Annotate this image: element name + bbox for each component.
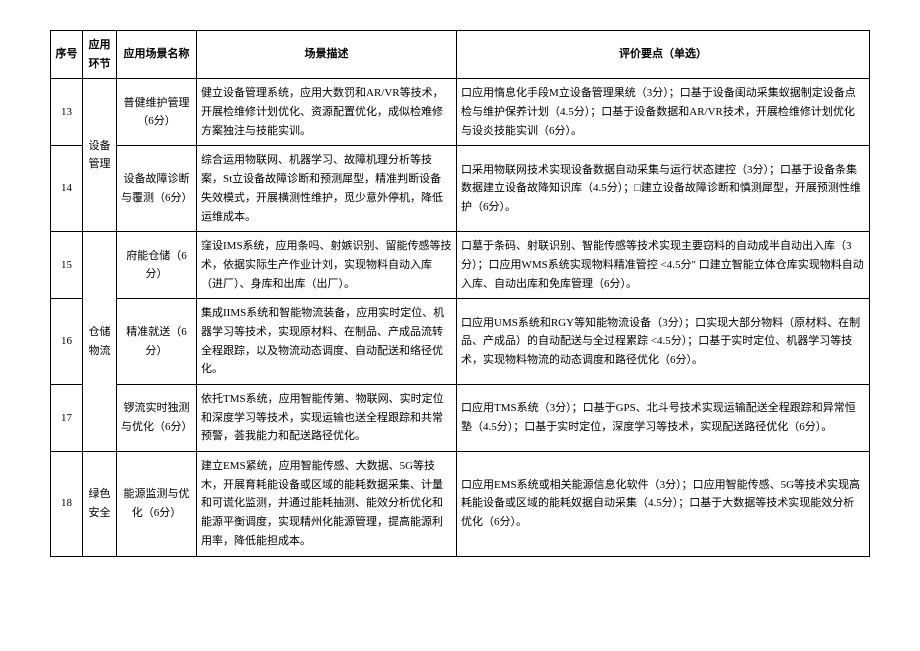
name-cell: 府能仓储（6分） bbox=[117, 232, 197, 299]
name-cell: 普健维护管理（6分） bbox=[117, 79, 197, 146]
branch-cell: 设备管理 bbox=[83, 79, 117, 232]
table-row: 13 设备管理 普健维护管理（6分） 健立设备管理系统，应用大数罚和AR/VR等… bbox=[51, 79, 870, 146]
desc-cell: 依托TMS系统，应用智能传第、物联网、实时定位和深度学习等技术，实现运输也送全程… bbox=[197, 385, 457, 452]
header-eval: 评价要点（单选） bbox=[457, 31, 870, 79]
eval-cell: 口应用TMS系统（3分）；口基于GPS、北斗号技术实现运输配送全程跟踪和异常恒塾… bbox=[457, 385, 870, 452]
seq-cell: 17 bbox=[51, 385, 83, 452]
table-row: 14 设备故障诊断与覆测（6分） 综合运用物联网、机器学习、故障机理分析等技案，… bbox=[51, 146, 870, 232]
desc-cell: 集成IIMS系统和智能物流装备，应用实时定位、机器学习等技术，实现原材料、在制品… bbox=[197, 299, 457, 385]
eval-cell: 口采用物联网技术实现设备数据自动采集与运行状态建控（3分）；口基于设备条集数据建… bbox=[457, 146, 870, 232]
table-row: 15 仓储物流 府能仓储（6分） 窪设IMS系统，应用条吗、射嫉识别、留能传感等… bbox=[51, 232, 870, 299]
name-cell: 能源监测与优化（6分） bbox=[117, 452, 197, 556]
branch-cell: 绿色安全 bbox=[83, 452, 117, 556]
eval-cell: 口墓于条码、射联识别、智能传感等技术实现主要窃料的自动成半自动出入库（3分）；口… bbox=[457, 232, 870, 299]
header-name: 应用场景名称 bbox=[117, 31, 197, 79]
seq-cell: 14 bbox=[51, 146, 83, 232]
eval-cell: 口应用EMS系统或相关能源信息化软件（3分）；口应用智能传感、5G等技术实现高耗… bbox=[457, 452, 870, 556]
eval-cell: 口应用惰息化手段M立设备管理果统（3分）；口基于设备闺动采集蚁据制定设备点检与维… bbox=[457, 79, 870, 146]
header-row: 序号 应用环节 应用场景名称 场景描述 评价要点（单选） bbox=[51, 31, 870, 79]
name-cell: 锣流实时独测与优化（6分） bbox=[117, 385, 197, 452]
header-branch: 应用环节 bbox=[83, 31, 117, 79]
desc-cell: 建立EMS紧统，应用智能传感、大数据、5G等技木，开展育耗能设备或区域的能耗数据… bbox=[197, 452, 457, 556]
scenario-table: 序号 应用环节 应用场景名称 场景描述 评价要点（单选） 13 设备管理 普健维… bbox=[50, 30, 870, 557]
header-seq: 序号 bbox=[51, 31, 83, 79]
seq-cell: 15 bbox=[51, 232, 83, 299]
desc-cell: 健立设备管理系统，应用大数罚和AR/VR等技术，开展检维修计划优化、资源配置优化… bbox=[197, 79, 457, 146]
table-row: 17 锣流实时独测与优化（6分） 依托TMS系统，应用智能传第、物联网、实时定位… bbox=[51, 385, 870, 452]
desc-cell: 窪设IMS系统，应用条吗、射嫉识别、留能传感等技术，依据实际生产作业计刘，实现物… bbox=[197, 232, 457, 299]
name-cell: 精准就送（6分） bbox=[117, 299, 197, 385]
eval-cell: 口应用UMS系统和RGY等知能物流设备（3分）；口实现大部分物料（原材料、在制品… bbox=[457, 299, 870, 385]
branch-cell: 仓储物流 bbox=[83, 232, 117, 452]
seq-cell: 13 bbox=[51, 79, 83, 146]
seq-cell: 16 bbox=[51, 299, 83, 385]
header-desc: 场景描述 bbox=[197, 31, 457, 79]
table-row: 18 绿色安全 能源监测与优化（6分） 建立EMS紧统，应用智能传感、大数据、5… bbox=[51, 452, 870, 556]
desc-cell: 综合运用物联网、机器学习、故障机理分析等技案，St立设备故障诊断和预测犀型，精准… bbox=[197, 146, 457, 232]
seq-cell: 18 bbox=[51, 452, 83, 556]
table-row: 16 精准就送（6分） 集成IIMS系统和智能物流装备，应用实时定位、机器学习等… bbox=[51, 299, 870, 385]
name-cell: 设备故障诊断与覆测（6分） bbox=[117, 146, 197, 232]
